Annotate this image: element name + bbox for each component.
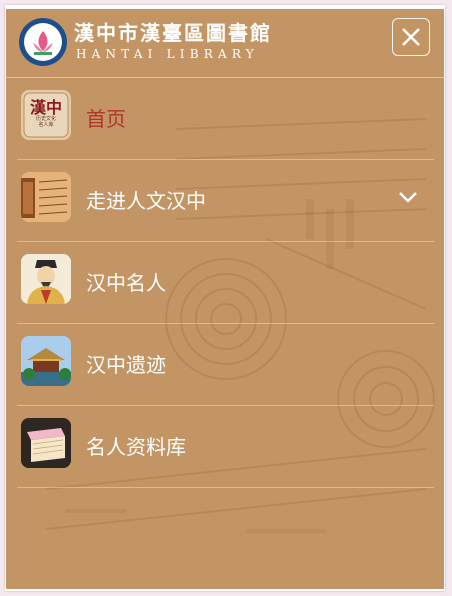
menu-item-label: 走进人文汉中 <box>86 189 206 213</box>
menu-item-label: 汉中名人 <box>86 271 166 295</box>
menu-item-relics[interactable]: 汉中遗迹 <box>17 324 434 406</box>
header-bar: 漢中市漢臺區圖書館 HANTAI LIBRARY <box>6 9 444 78</box>
nav-menu: 漢中 历史文化名人库 首页 走进人文汉中 汉中名人 汉中遗迹 名人资料库 <box>17 78 434 488</box>
page-frame: 漢中市漢臺區圖書館 HANTAI LIBRARY 漢中 历史文化名人库 首页 走… <box>5 5 445 591</box>
books-thumbnail <box>21 418 71 468</box>
menu-item-label: 名人资料库 <box>86 435 186 459</box>
seal-text: 漢中 <box>29 98 62 117</box>
scroll-thumbnail <box>21 172 71 222</box>
library-name: 漢中市漢臺區圖書館 <box>74 21 272 45</box>
menu-item-label: 首页 <box>86 107 126 131</box>
menu-item-humanities[interactable]: 走进人文汉中 <box>17 160 434 242</box>
seal-thumbnail: 漢中 历史文化名人库 <box>21 90 71 140</box>
menu-item-database[interactable]: 名人资料库 <box>17 406 434 488</box>
close-menu-button[interactable] <box>392 18 430 56</box>
close-icon <box>402 28 420 46</box>
library-english-name: HANTAI LIBRARY <box>76 47 259 61</box>
portrait-thumbnail <box>21 254 71 304</box>
pavilion-thumbnail <box>21 336 71 386</box>
chevron-down-icon[interactable] <box>398 191 418 203</box>
library-logo-badge <box>19 18 67 66</box>
menu-item-label: 汉中遗迹 <box>86 353 166 377</box>
menu-item-celebrities[interactable]: 汉中名人 <box>17 242 434 324</box>
nav-drawer: 漢中市漢臺區圖書館 HANTAI LIBRARY 漢中 历史文化名人库 首页 走… <box>6 9 444 589</box>
menu-item-home[interactable]: 漢中 历史文化名人库 首页 <box>17 78 434 160</box>
seal-caption: 历史文化名人库 <box>35 116 56 128</box>
